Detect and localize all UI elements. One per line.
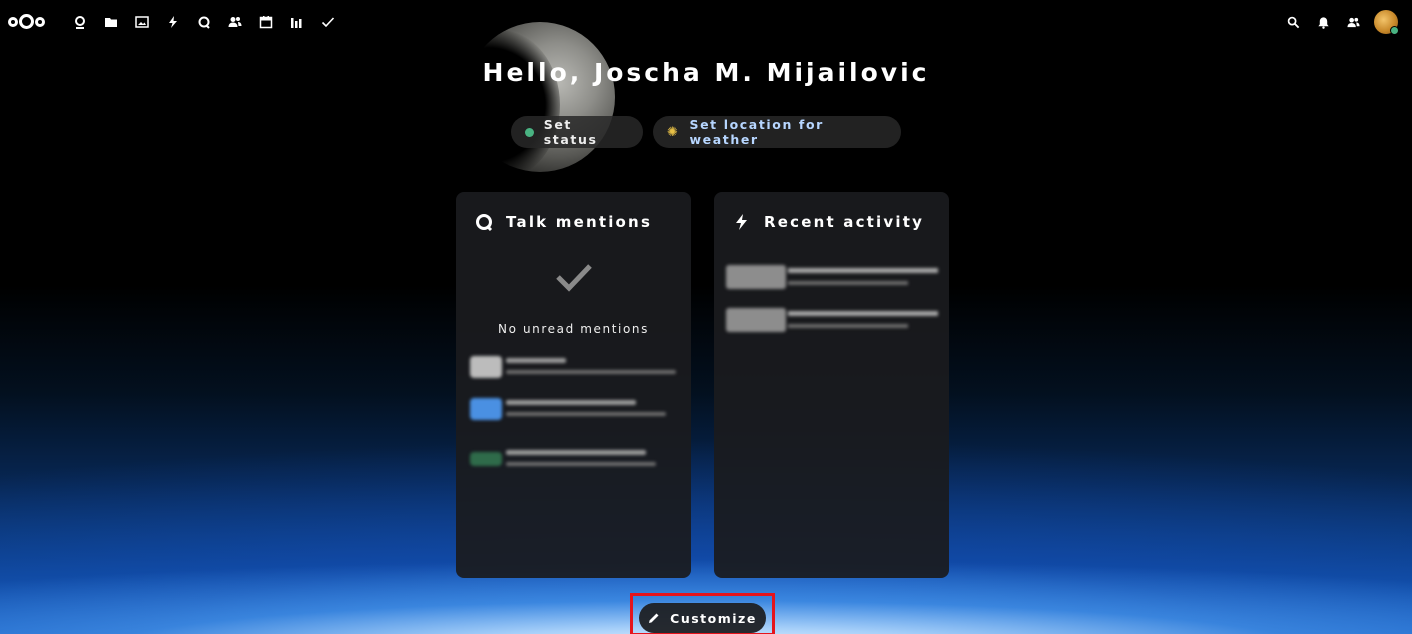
tasks-icon[interactable] <box>312 10 343 34</box>
search-icon[interactable] <box>1278 10 1308 34</box>
set-status-label: Set status <box>543 117 598 147</box>
activity-widget-header[interactable]: Recent activity <box>732 212 924 232</box>
notifications-icon[interactable] <box>1308 10 1338 34</box>
status-dot-icon <box>525 127 534 137</box>
files-icon[interactable] <box>95 10 126 34</box>
activity-widget-title: Recent activity <box>764 213 925 231</box>
list-item[interactable] <box>470 354 680 384</box>
talk-widget-title: Talk mentions <box>506 213 653 231</box>
talk-mentions-widget: Talk mentions No unread mentions <box>456 192 691 578</box>
list-item[interactable] <box>470 446 680 476</box>
set-status-button[interactable]: Set status <box>511 116 643 148</box>
dashboard-icon[interactable] <box>64 10 95 34</box>
moon-shadow <box>440 30 560 180</box>
activity-icon <box>736 214 747 230</box>
online-status-dot <box>1390 26 1399 35</box>
greeting-title: Hello, Joscha M. Mijailovic <box>482 58 930 87</box>
checkmark-icon <box>456 262 691 292</box>
app-navigation <box>64 10 343 34</box>
top-bar <box>0 0 1412 44</box>
set-weather-location-button[interactable]: ✺ Set location for weather <box>653 116 901 148</box>
no-mentions-message: No unread mentions <box>498 322 649 336</box>
talk-widget-header[interactable]: Talk mentions <box>474 212 652 232</box>
set-location-label: Set location for weather <box>689 117 824 147</box>
avatar[interactable] <box>1374 10 1399 35</box>
list-item[interactable] <box>726 308 941 338</box>
photos-icon[interactable] <box>126 10 157 34</box>
recent-activity-widget: Recent activity <box>714 192 949 578</box>
customize-highlight-box <box>630 593 775 634</box>
status-row: Set status ✺ Set location for weather <box>0 116 1412 148</box>
calendar-icon[interactable] <box>250 10 281 34</box>
talk-icon[interactable] <box>188 10 219 34</box>
list-item[interactable] <box>726 265 941 295</box>
header-right <box>1278 10 1399 35</box>
analytics-icon[interactable] <box>281 10 312 34</box>
activity-icon[interactable] <box>157 10 188 34</box>
talk-icon <box>476 214 493 232</box>
background-earth <box>0 0 1412 634</box>
contacts-menu-icon[interactable] <box>1338 10 1368 34</box>
nextcloud-logo-icon[interactable] <box>8 14 45 29</box>
list-item[interactable] <box>470 396 680 426</box>
contacts-icon[interactable] <box>219 10 250 34</box>
weather-sun-icon: ✺ <box>667 124 680 140</box>
